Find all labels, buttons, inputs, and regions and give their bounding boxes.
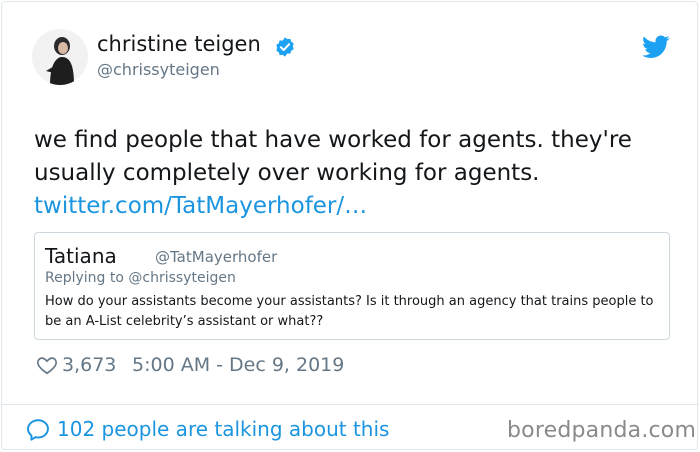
divider — [2, 404, 699, 405]
author-display-name[interactable]: christine teigen — [97, 32, 261, 56]
tweet-timestamp[interactable]: 5:00 AM - Dec 9, 2019 — [132, 354, 344, 376]
tweet-card: christine teigen @chrissyteigen we find … — [1, 1, 699, 450]
speech-bubble-icon[interactable] — [25, 417, 51, 443]
conversation-link[interactable]: 102 people are talking about this — [57, 417, 389, 441]
quoted-author-handle: @TatMayerhofer — [155, 248, 278, 266]
quoted-tweet-text: How do your assistants become your assis… — [45, 294, 654, 329]
tweet-text: we find people that have worked for agen… — [34, 127, 632, 186]
quoted-replying-to: Replying to @chrissyteigen — [45, 270, 236, 286]
avatar[interactable] — [32, 29, 88, 85]
verified-badge-icon — [276, 37, 294, 57]
like-count[interactable]: 3,673 — [62, 354, 116, 376]
twitter-bird-icon[interactable] — [642, 35, 670, 59]
tweet-link[interactable]: twitter.com/TatMayerhofer/… — [34, 190, 367, 223]
author-handle[interactable]: @chrissyteigen — [97, 60, 220, 79]
quoted-tweet[interactable]: Tatiana @TatMayerhofer Replying to @chri… — [34, 232, 670, 340]
watermark: boredpanda.com — [507, 418, 697, 443]
avatar-image — [32, 29, 88, 85]
heart-icon[interactable] — [36, 354, 58, 376]
quoted-author-name: Tatiana — [45, 244, 117, 268]
